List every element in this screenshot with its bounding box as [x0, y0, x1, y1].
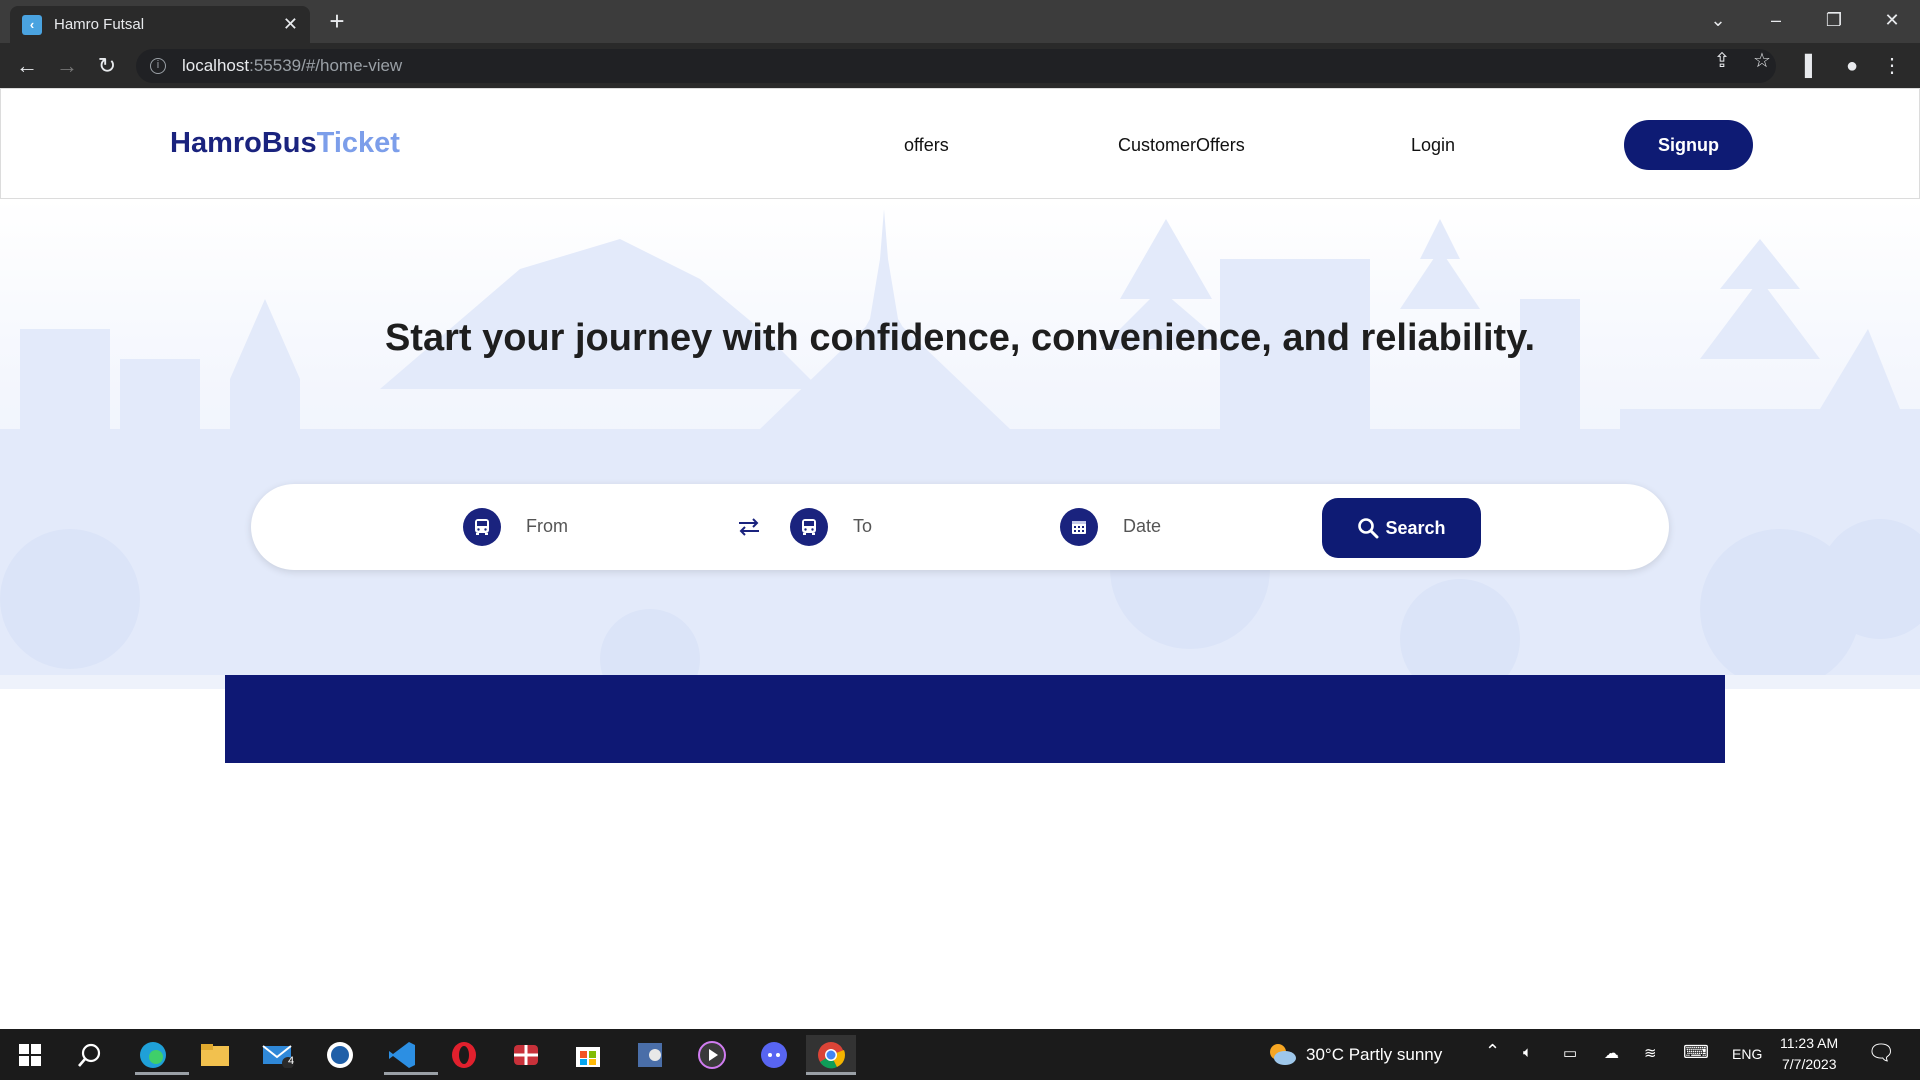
minimize-button[interactable]: – [1748, 0, 1804, 40]
language-indicator[interactable]: ENG [1732, 1046, 1762, 1062]
edge-browser-icon[interactable] [133, 1035, 189, 1075]
discord-icon[interactable] [754, 1035, 794, 1075]
reload-icon[interactable]: ↻ [92, 51, 122, 81]
logo-part-1: HamroBus [170, 127, 317, 159]
mail-icon[interactable]: 4 [258, 1035, 298, 1075]
site-header: HamroBusTicket offers CustomerOffers Log… [0, 88, 1920, 199]
app-w-icon[interactable] [320, 1035, 360, 1075]
share-icon[interactable]: ⇪ [1707, 46, 1737, 76]
windows-start-icon[interactable] [10, 1035, 50, 1075]
bus-to-icon [790, 508, 828, 546]
calendar-icon [1060, 508, 1098, 546]
close-window-button[interactable]: ✕ [1864, 0, 1920, 40]
hero-title: Start your journey with confidence, conv… [384, 317, 1536, 359]
kathmandu-skyline-illustration [0, 209, 1920, 689]
restore-button[interactable]: ❐ [1806, 0, 1862, 40]
url-path: :55539/#/home-view [249, 56, 403, 75]
forward-icon[interactable]: → [52, 51, 82, 81]
search-button[interactable]: Search [1322, 498, 1481, 558]
clock-time[interactable]: 11:23 AM [1780, 1035, 1838, 1051]
signup-button[interactable]: Signup [1624, 120, 1753, 170]
search-button-label: Search [1385, 517, 1446, 538]
bookmark-star-icon[interactable]: ☆ [1747, 46, 1777, 76]
hero-section: Start your journey with confidence, conv… [0, 199, 1920, 689]
nav-link-login[interactable]: Login [1411, 135, 1455, 156]
nav-link-customer-offers[interactable]: CustomerOffers [1118, 135, 1245, 156]
app-image-icon[interactable] [630, 1035, 670, 1075]
nav-link-offers[interactable]: offers [904, 135, 949, 156]
side-panel-icon[interactable]: ▌ [1797, 51, 1827, 81]
weather-icon [1270, 1044, 1296, 1065]
browser-tab[interactable]: ‹ Hamro Futsal ✕ [10, 6, 310, 43]
to-input[interactable]: To [853, 516, 872, 537]
bus-from-icon [463, 508, 501, 546]
tray-chevron-up-icon[interactable]: ⌃ [1485, 1041, 1500, 1062]
microsoft-store-icon[interactable] [568, 1035, 608, 1075]
site-info-icon[interactable]: i [150, 58, 166, 74]
logo-part-2: Ticket [316, 127, 400, 159]
wifi-icon[interactable]: ≋ [1644, 1044, 1657, 1062]
file-explorer-icon[interactable] [195, 1035, 235, 1075]
windows-taskbar: 4 30°C Partly sunny ⌃ 🔈︎ ▭ ☁ ≋ ⌨ ENG 11:… [0, 1029, 1920, 1080]
app-flag-icon[interactable] [506, 1035, 546, 1075]
weather-text[interactable]: 30°C Partly sunny [1306, 1045, 1442, 1065]
clock-date[interactable]: 7/7/2023 [1782, 1056, 1837, 1072]
browser-toolbar: ← → ↻ i localhost :55539/#/home-view ⇪ ☆… [0, 43, 1920, 88]
url-host: localhost [182, 56, 250, 75]
vscode-icon[interactable] [382, 1035, 438, 1075]
new-tab-button[interactable]: + [322, 6, 352, 36]
menu-kebab-icon[interactable]: ⋮ [1877, 51, 1907, 81]
mail-badge: 4 [288, 1055, 295, 1067]
search-icon [1358, 518, 1379, 539]
tab-search-icon[interactable]: ⌄ [1690, 0, 1746, 40]
search-bar: From To Date Search [251, 484, 1669, 570]
date-input[interactable]: Date [1123, 516, 1161, 537]
back-icon[interactable]: ← [12, 51, 42, 81]
opera-icon[interactable] [444, 1035, 484, 1075]
from-input[interactable]: From [526, 516, 568, 537]
flutter-favicon-icon: ‹ [22, 14, 42, 35]
onedrive-icon[interactable]: ☁ [1604, 1044, 1619, 1062]
battery-icon[interactable]: ▭ [1563, 1044, 1577, 1062]
media-player-icon[interactable] [692, 1035, 732, 1075]
taskbar-search-icon[interactable] [70, 1035, 110, 1075]
address-bar[interactable]: i localhost :55539/#/home-view [136, 49, 1776, 83]
notification-icon[interactable]: 🗨︎ [1867, 1040, 1895, 1066]
swap-icon[interactable] [735, 513, 763, 541]
volume-icon[interactable]: 🔈︎ [1523, 1044, 1532, 1061]
site-logo[interactable]: HamroBusTicket [170, 127, 400, 160]
browser-tab-strip: ‹ Hamro Futsal ✕ + ⌄ – ❐ ✕ [0, 0, 1920, 43]
profile-icon[interactable]: ● [1837, 51, 1867, 81]
keyboard-icon[interactable]: ⌨ [1683, 1042, 1709, 1063]
tab-title: Hamro Futsal [54, 16, 145, 33]
promo-banner [225, 675, 1725, 763]
tab-close-icon[interactable]: ✕ [283, 14, 298, 35]
chrome-icon[interactable] [806, 1035, 856, 1075]
